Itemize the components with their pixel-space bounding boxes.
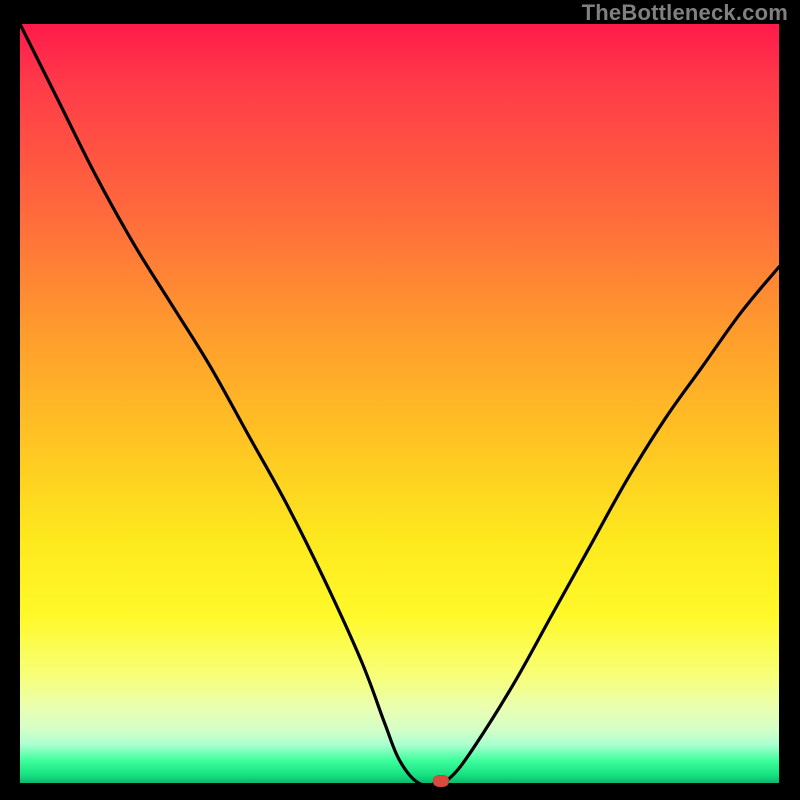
plot-area — [20, 24, 779, 783]
watermark-label: TheBottleneck.com — [582, 0, 788, 26]
optimal-point-marker — [433, 775, 449, 787]
chart-frame: TheBottleneck.com — [0, 0, 800, 800]
bottleneck-curve — [20, 24, 779, 783]
